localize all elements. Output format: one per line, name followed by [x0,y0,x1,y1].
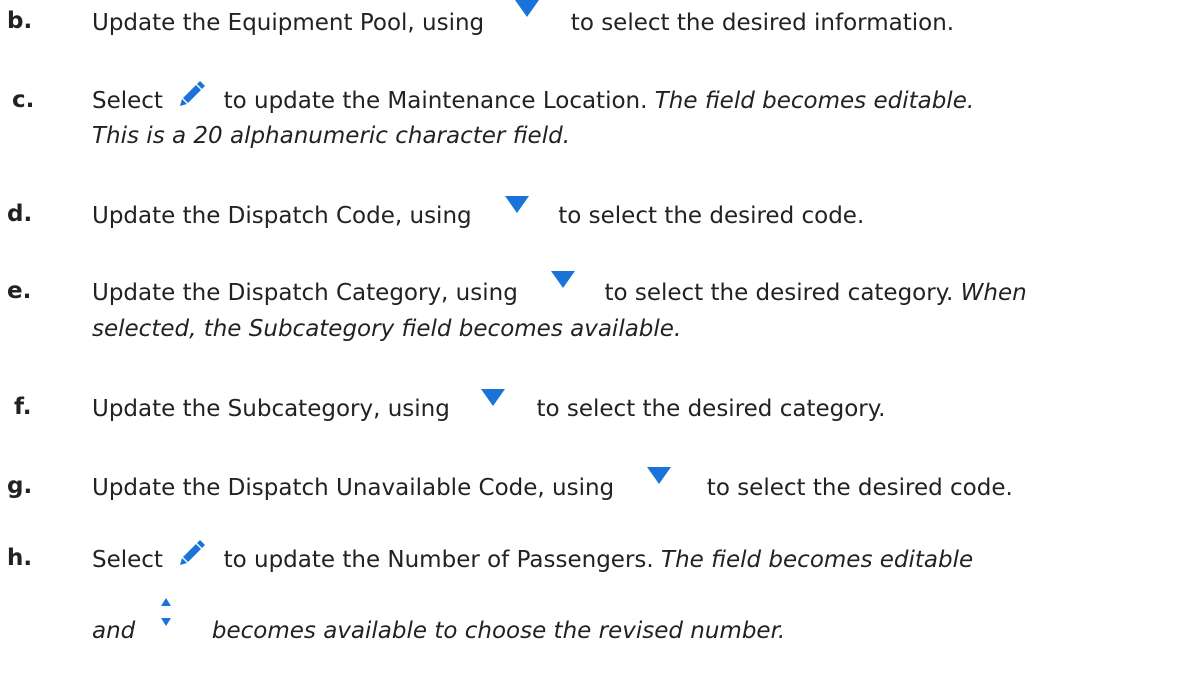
step-text-after: to select the desired information. [570,10,955,36]
step-text: Update the Equipment Pool, using to sele… [92,0,955,40]
step-letter: b. [7,8,33,34]
step-note-line2: This is a 20 alphanumeric character fiel… [92,120,570,153]
step-text-before: Update the Dispatch Category, using [92,280,518,306]
step-note: becomes available to choose the revised … [211,618,786,644]
dropdown-arrow-icon [515,0,540,17]
step-text-before: Update the Equipment Pool, using [92,10,485,36]
step-text-after: to select the desired code. [558,203,865,229]
stepper-arrows-icon [160,598,171,626]
step-note-pre: and [92,618,136,644]
step-text-before: Update the Dispatch Unavailable Code, us… [92,475,615,501]
step-text-after: to select the desired code. [706,475,1013,501]
step-text-before: Select [92,547,163,573]
step-text: Select to update the Maintenance Locatio… [92,81,975,118]
pencil-edit-icon [180,540,206,565]
step-letter: h. [7,545,33,571]
step-note-line2: selected, the Subcategory field becomes … [92,313,681,346]
dropdown-arrow-icon [551,271,576,288]
step-text: Update the Dispatch Code, using to selec… [92,196,865,233]
step-letter: c. [12,87,35,113]
step-note-line2: and becomes available to choose the revi… [92,598,786,648]
step-note: When [960,280,1027,306]
step-text-after: to select the desired category. [604,280,954,306]
step-text-after: to select the desired category. [536,396,886,422]
step-text: Select to update the Number of Passenger… [92,540,974,577]
step-letter: d. [7,201,33,227]
step-letter: e. [7,278,32,304]
step-text: Update the Subcategory, using to select … [92,389,886,426]
step-text-before: Update the Dispatch Code, using [92,203,472,229]
step-text-after: to update the Maintenance Location. [223,88,648,114]
step-text: Update the Dispatch Category, using to s… [92,271,1027,310]
dropdown-arrow-icon [647,467,672,484]
step-text-before: Select [92,88,163,114]
dropdown-arrow-icon [504,196,529,213]
step-text: Update the Dispatch Unavailable Code, us… [92,467,1013,505]
step-text-before: Update the Subcategory, using [92,396,450,422]
dropdown-arrow-icon [481,389,506,406]
step-note: This is a 20 alphanumeric character fiel… [92,123,571,149]
step-letter: f. [14,394,32,420]
step-text-after: to update the Number of Passengers. [223,547,654,573]
step-note: The field becomes editable [661,547,974,573]
pencil-edit-icon [180,81,206,106]
step-letter: g. [7,473,33,499]
step-note: The field becomes editable. [654,88,975,114]
step-note: selected, the Subcategory field becomes … [92,316,682,342]
